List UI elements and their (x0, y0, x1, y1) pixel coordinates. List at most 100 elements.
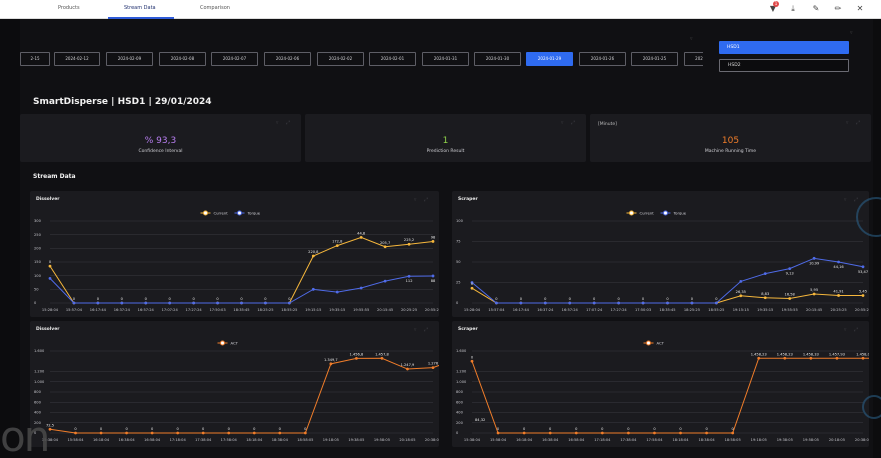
date-button[interactable]: 202 (684, 52, 703, 66)
x-tick-label: 18:18:04 (246, 438, 263, 442)
hsd-option-hsd2[interactable]: HSD2 (719, 59, 849, 72)
legend-label: Torque (247, 210, 261, 215)
tab-products[interactable]: Products (58, 5, 80, 11)
data-point (355, 356, 358, 360)
chart-card-scraper-act: Scraper ▿ ⤢ ACT 0 200 400 600 800 1.000 1.200 1.… (452, 321, 869, 447)
pin-icon[interactable]: ✎ (810, 3, 822, 15)
x-tick-label: 15:28:04 (42, 308, 59, 312)
data-point (574, 431, 578, 435)
data-label: 0 (627, 427, 630, 431)
section-title-stream-data: Stream Data (33, 173, 76, 180)
data-point (201, 431, 205, 435)
data-point (227, 431, 231, 435)
date-button[interactable]: 2024-02-09 (106, 52, 153, 66)
date-button[interactable]: 2024-02-07 (211, 52, 258, 66)
card-action-icons[interactable]: ▿ ⤢ (846, 120, 863, 126)
data-point (653, 431, 656, 435)
date-button[interactable]: 2024-01-31 (422, 52, 469, 66)
y-tick-label: 0 (34, 301, 37, 305)
hsd-filter-icon[interactable]: ▿ (850, 30, 853, 36)
legend-item: Current (626, 210, 654, 216)
data-point (812, 292, 816, 296)
legend-item: ACT (643, 340, 665, 346)
x-tick-label: 20:55:25 (425, 308, 439, 312)
notification-badge: 1 (773, 1, 779, 7)
x-tick-label: 18:35:45 (659, 308, 675, 312)
date-button[interactable]: 2024-02-01 (369, 52, 416, 66)
data-label: 0 (497, 427, 500, 431)
data-point (48, 264, 52, 268)
data-label: 0 (151, 427, 154, 431)
x-tick-label: 20:55:25 (855, 308, 869, 312)
x-tick-label: 16:58:04 (144, 438, 161, 442)
data-label: 0 (679, 427, 682, 431)
close-icon[interactable]: ✕ (854, 3, 866, 15)
data-point (431, 274, 435, 278)
y-tick-label: 75 (456, 240, 461, 244)
kpi-card-prediction: ▿ ⤢ 1 Prediction Result (305, 114, 586, 162)
tab-stream-data[interactable]: Stream Data (124, 5, 156, 11)
date-button[interactable]: 2024-02-12 (54, 52, 100, 66)
data-point (287, 301, 291, 305)
tab-comparison[interactable]: Comparison (200, 5, 230, 11)
chart-svg: ACT02004006008001.0001.2001.60015:38:04 1… (34, 340, 439, 442)
data-point (679, 431, 682, 435)
kpi-card-confidence: ▿ ⤢ % 93,3 Confidence Interval (20, 114, 301, 162)
legend-item: Current (200, 210, 228, 216)
x-tick-label: 20:25:25 (830, 308, 846, 312)
y-tick-label: 200 (456, 421, 464, 425)
data-label: 1.247,9 (401, 363, 415, 367)
data-label: 0 (705, 427, 708, 431)
card-action-icons[interactable]: ▿ ⤢ (561, 120, 578, 126)
date-button[interactable]: 2024-01-25 (631, 52, 678, 66)
x-tick-label: 15:38:04 (464, 438, 481, 442)
edit-icon[interactable]: ✏ (832, 3, 844, 15)
date-filter-icon[interactable]: ▿ (690, 36, 693, 42)
card-action-icons[interactable]: ▿ ⤢ (276, 120, 293, 126)
background-text-fragment: on (0, 412, 50, 458)
download-icon[interactable]: ⤓ (787, 3, 799, 15)
data-label: 41,91 (833, 289, 843, 293)
legend-marker (203, 210, 208, 216)
data-point (788, 297, 792, 300)
legend-marker (646, 340, 651, 346)
x-tick-label: 19:18:05 (323, 438, 339, 442)
date-button-active[interactable]: 2024-01-29 (526, 52, 573, 66)
data-label: 0 (279, 427, 282, 431)
y-tick-label: 150 (34, 260, 42, 264)
data-label: 0 (666, 297, 669, 301)
data-point (150, 431, 154, 435)
data-point (739, 279, 743, 283)
data-point (617, 301, 621, 305)
y-tick-label: 1.200 (34, 370, 45, 374)
x-tick-label: 19:35:15 (329, 308, 345, 312)
page-title: SmartDisperse | HSD1 | 29/01/2024 (33, 97, 212, 107)
legend-label: ACT (657, 340, 665, 345)
data-point (72, 301, 76, 305)
date-button[interactable]: 2024-02-08 (159, 52, 206, 66)
y-tick-label: 100 (34, 274, 42, 278)
data-label: 8,83 (761, 292, 769, 296)
data-label: 1.458,33 (803, 352, 819, 356)
date-button[interactable]: 2-15 (20, 52, 50, 66)
data-point (543, 301, 547, 305)
date-button[interactable]: 2024-02-02 (317, 52, 364, 66)
data-point (600, 431, 604, 435)
legend-item: Torque (660, 210, 687, 216)
data-label: 0 (97, 297, 100, 301)
hsd-option-hsd1[interactable]: HSD1 (719, 41, 849, 54)
x-tick-label: 18:18:04 (672, 438, 689, 442)
x-tick-label: 18:55:25 (708, 308, 724, 312)
data-point (407, 242, 411, 246)
date-button[interactable]: 2024-01-26 (579, 52, 626, 66)
data-label: 53,47 (858, 270, 868, 274)
data-label: 0 (617, 297, 620, 301)
kpi-value: 1 (442, 136, 449, 146)
data-point (74, 431, 77, 435)
data-label: 0 (593, 297, 596, 301)
data-point (125, 431, 128, 435)
data-label: 0 (642, 297, 645, 301)
data-point (48, 427, 52, 431)
date-button[interactable]: 2024-02-06 (264, 52, 311, 66)
date-button[interactable]: 2024-01-30 (474, 52, 521, 66)
